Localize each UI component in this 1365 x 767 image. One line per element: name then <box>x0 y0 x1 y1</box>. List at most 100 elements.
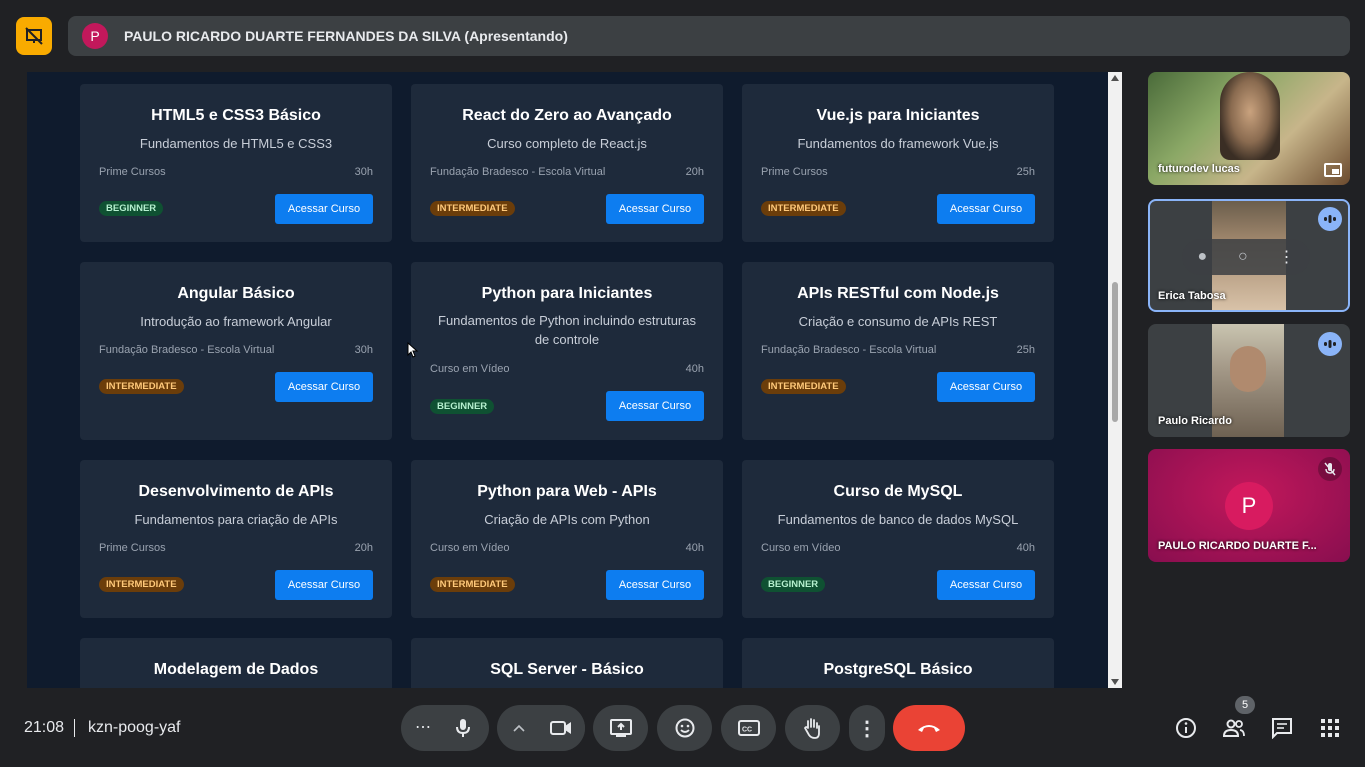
activities-icon <box>1321 719 1339 737</box>
mute-participant-icon[interactable]: ○ <box>1238 248 1248 266</box>
level-badge: BEGINNER <box>99 201 164 216</box>
access-course-button[interactable]: Acessar Curso <box>937 194 1035 224</box>
camera-icon <box>550 721 571 735</box>
access-course-button[interactable]: Acessar Curso <box>606 194 704 224</box>
course-card: Angular Básico Introdução ao framework A… <box>80 262 392 440</box>
course-card: Desenvolvimento de APIs Fundamentos para… <box>80 460 392 618</box>
participant-tile[interactable]: Paulo Ricardo <box>1148 324 1350 437</box>
access-course-button[interactable]: Acessar Curso <box>937 372 1035 402</box>
level-badge: BEGINNER <box>761 577 826 592</box>
course-description: Fundamentos de banco de dados MySQL <box>777 512 1019 527</box>
shared-screen: HTML5 e CSS3 Básico Fundamentos de HTML5… <box>27 72 1108 688</box>
course-hours: 20h <box>354 542 373 554</box>
scroll-up-icon[interactable] <box>1111 75 1119 81</box>
course-hours: 40h <box>685 363 704 375</box>
course-card: HTML5 e CSS3 Básico Fundamentos de HTML5… <box>80 84 392 242</box>
course-description: Criação e consumo de APIs REST <box>798 314 998 329</box>
mic-icon[interactable] <box>455 718 471 738</box>
participant-tile[interactable]: P PAULO RICARDO DUARTE F... <box>1148 449 1350 562</box>
access-course-button[interactable]: Acessar Curso <box>275 194 373 224</box>
participant-video <box>1220 72 1280 160</box>
end-call-button[interactable] <box>893 705 965 751</box>
course-title: Modelagem de Dados <box>153 661 319 678</box>
more-options-button[interactable]: ⋮ <box>849 705 885 751</box>
camera-button[interactable] <box>537 705 585 751</box>
info-icon <box>1176 718 1196 738</box>
course-provider: Fundação Bradesco - Escola Virtual <box>99 344 275 356</box>
present-button[interactable] <box>593 705 648 751</box>
course-provider: Fundação Bradesco - Escola Virtual <box>761 344 937 356</box>
participant-name: Paulo Ricardo <box>1158 415 1232 427</box>
access-course-button[interactable]: Acessar Curso <box>606 570 704 600</box>
present-icon <box>609 719 632 737</box>
course-card: Python para Iniciantes Fundamentos de Py… <box>411 262 723 440</box>
presentation-off-icon[interactable] <box>16 17 52 55</box>
course-title: Angular Básico <box>177 285 295 302</box>
access-course-button[interactable]: Acessar Curso <box>606 391 704 421</box>
presenter-avatar: P <box>82 23 108 49</box>
course-description: Introdução ao framework Angular <box>140 314 332 329</box>
participant-tile[interactable]: futurodev lucas <box>1148 72 1350 185</box>
scroll-thumb[interactable] <box>1112 282 1118 422</box>
participant-tile[interactable]: ● ○ ⋮ Erica Tabosa <box>1148 199 1350 312</box>
access-course-button[interactable]: Acessar Curso <box>937 570 1035 600</box>
course-description: Fundamentos do framework Vue.js <box>797 136 999 151</box>
course-card: Python para Web - APIs Criação de APIs c… <box>411 460 723 618</box>
meeting-code: kzn-poog-yaf <box>88 719 181 736</box>
people-button[interactable] <box>1222 716 1246 740</box>
level-badge: INTERMEDIATE <box>761 379 846 394</box>
meeting-time: 21:08 <box>24 719 65 736</box>
reactions-button[interactable] <box>657 705 712 751</box>
pip-icon[interactable] <box>1324 163 1342 177</box>
participant-name: Erica Tabosa <box>1158 290 1226 302</box>
participant-name: PAULO RICARDO DUARTE F... <box>1158 540 1317 552</box>
top-bar: P PAULO RICARDO DUARTE FERNANDES DA SILV… <box>0 0 1365 72</box>
course-provider: Curso em Vídeo <box>761 542 841 554</box>
chat-icon <box>1272 718 1292 739</box>
access-course-button[interactable]: Acessar Curso <box>275 570 373 600</box>
svg-text:CC: CC <box>742 727 752 734</box>
chevron-up-icon[interactable] <box>513 724 525 732</box>
course-card: Modelagem de Dados <box>80 638 392 688</box>
raise-hand-button[interactable] <box>785 705 840 751</box>
course-hours: 25h <box>1016 344 1035 356</box>
participant-avatar: P <box>1225 482 1273 530</box>
course-provider: Prime Cursos <box>761 166 828 178</box>
level-badge: BEGINNER <box>430 399 495 414</box>
course-title: APIs RESTful com Node.js <box>797 285 999 302</box>
course-provider: Fundação Bradesco - Escola Virtual <box>430 166 606 178</box>
course-card: Vue.js para Iniciantes Fundamentos do fr… <box>742 84 1054 242</box>
course-hours: 40h <box>1016 542 1035 554</box>
raise-hand-icon <box>803 718 820 739</box>
course-title: Vue.js para Iniciantes <box>816 107 980 124</box>
level-badge: INTERMEDIATE <box>99 379 184 394</box>
level-badge: INTERMEDIATE <box>430 577 515 592</box>
more-options-icon[interactable]: ⋯ <box>415 717 432 737</box>
course-description: Fundamentos de Python incluindo estrutur… <box>438 313 696 347</box>
emoji-icon <box>675 718 694 738</box>
mic-off-icon <box>1318 457 1342 481</box>
tile-hover-controls: ● ○ ⋮ <box>1182 239 1310 275</box>
course-hours: 30h <box>354 166 373 178</box>
course-card: React do Zero ao Avançado Curso completo… <box>411 84 723 242</box>
course-hours: 40h <box>685 542 704 554</box>
more-vert-icon[interactable]: ⋮ <box>1279 247 1295 267</box>
course-title: SQL Server - Básico <box>490 661 644 678</box>
pin-icon[interactable]: ● <box>1197 248 1207 266</box>
meeting-info-button[interactable] <box>1174 716 1198 740</box>
chat-button[interactable] <box>1270 716 1294 740</box>
course-title: PostgreSQL Básico <box>823 661 973 678</box>
course-title: Curso de MySQL <box>833 483 963 500</box>
access-course-button[interactable]: Acessar Curso <box>275 372 373 402</box>
presenter-banner[interactable]: P PAULO RICARDO DUARTE FERNANDES DA SILV… <box>68 16 1350 56</box>
more-vert-icon: ⋮ <box>857 717 877 740</box>
activities-button[interactable] <box>1318 716 1342 740</box>
mic-control-group: ⋯ <box>401 705 489 751</box>
course-provider: Curso em Vídeo <box>430 363 510 375</box>
scroll-down-icon[interactable] <box>1111 679 1119 685</box>
presenter-label: PAULO RICARDO DUARTE FERNANDES DA SILVA … <box>124 28 568 44</box>
captions-button[interactable]: CC <box>721 705 776 751</box>
shared-screen-scrollbar[interactable] <box>1108 72 1122 688</box>
course-provider: Prime Cursos <box>99 166 166 178</box>
course-hours: 20h <box>685 166 704 178</box>
